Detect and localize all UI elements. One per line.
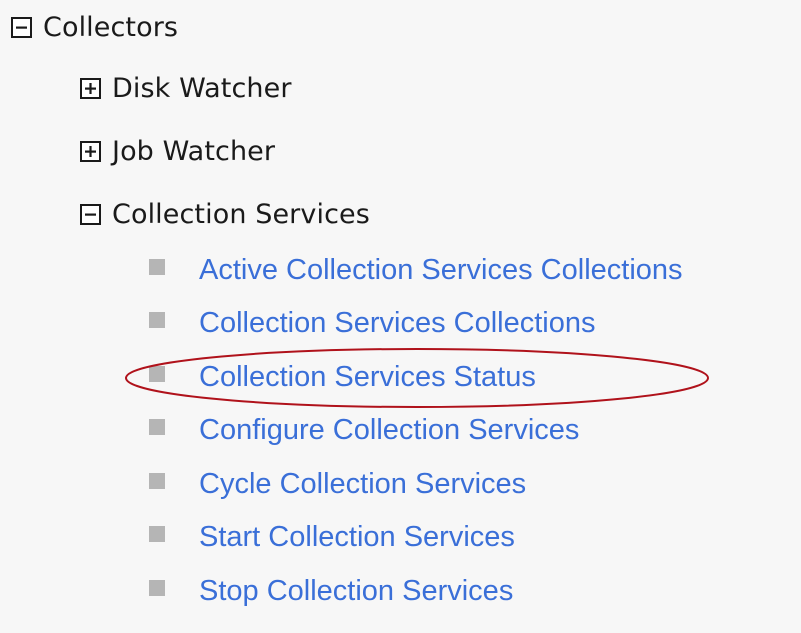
bullet-icon <box>149 365 165 382</box>
bullet-icon <box>149 311 165 328</box>
tree-leaf-start[interactable]: Start Collection Services <box>149 523 515 552</box>
tree-leaf-cycle[interactable]: Cycle Collection Services <box>149 470 526 499</box>
tree-node-label: Job Watcher <box>112 136 276 167</box>
bullet-icon <box>149 472 165 489</box>
tree-node-label: Collectors <box>43 12 179 43</box>
collapse-icon[interactable] <box>11 17 32 38</box>
bullet-icon <box>149 525 165 542</box>
tree-node-label: Disk Watcher <box>112 73 292 104</box>
tree-node-label: Collection Services <box>112 199 370 230</box>
expand-icon[interactable] <box>80 78 101 99</box>
tree-node-collectors[interactable]: Collectors <box>11 14 178 41</box>
tree-leaf-status[interactable]: Collection Services Status <box>149 363 536 392</box>
bullet-icon <box>149 258 165 275</box>
tree-node-disk-watcher[interactable]: Disk Watcher <box>80 75 292 102</box>
bullet-icon <box>149 579 165 596</box>
tree-leaf-collections[interactable]: Collection Services Collections <box>149 309 596 338</box>
bullet-icon <box>149 418 165 435</box>
tree-leaf-active-collections[interactable]: Active Collection Services Collections <box>149 256 683 285</box>
expand-icon[interactable] <box>80 141 101 162</box>
tree-leaf-stop[interactable]: Stop Collection Services <box>149 577 513 606</box>
link-configure-collection-services[interactable]: Configure Collection Services <box>199 416 579 445</box>
link-stop-collection-services[interactable]: Stop Collection Services <box>199 577 513 606</box>
link-active-collection-services-collections[interactable]: Active Collection Services Collections <box>199 256 683 285</box>
tree-node-collection-services[interactable]: Collection Services <box>80 201 370 228</box>
link-collection-services-status[interactable]: Collection Services Status <box>199 363 536 392</box>
link-start-collection-services[interactable]: Start Collection Services <box>199 523 515 552</box>
tree-node-job-watcher[interactable]: Job Watcher <box>80 138 275 165</box>
tree-leaf-configure[interactable]: Configure Collection Services <box>149 416 579 445</box>
link-cycle-collection-services[interactable]: Cycle Collection Services <box>199 470 526 499</box>
link-collection-services-collections[interactable]: Collection Services Collections <box>199 309 596 338</box>
collapse-icon[interactable] <box>80 204 101 225</box>
